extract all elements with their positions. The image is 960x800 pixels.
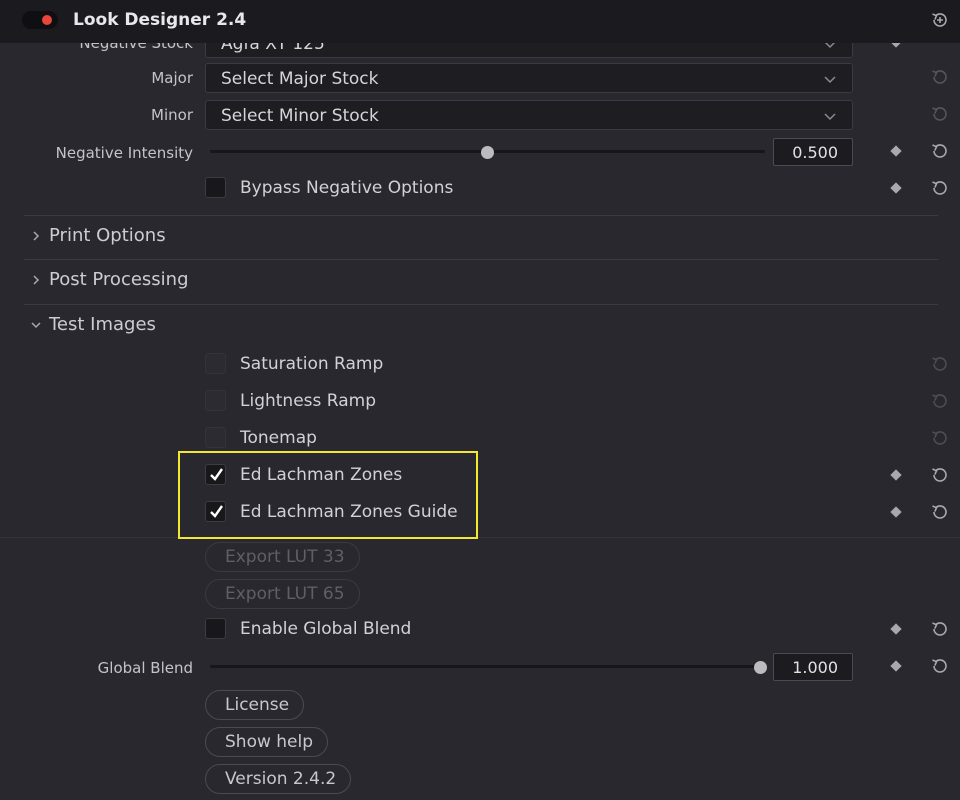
section-test-images[interactable]: Test Images <box>30 313 530 339</box>
diamond-icon[interactable] <box>890 623 902 635</box>
reset-icon[interactable] <box>929 501 951 523</box>
bypass-negative-checkbox[interactable] <box>205 177 226 198</box>
reset-icon[interactable] <box>929 140 951 162</box>
section-print-options[interactable]: Print Options <box>30 224 530 250</box>
reset-icon[interactable] <box>929 177 951 199</box>
major-stock-dropdown[interactable]: Select Major Stock <box>205 63 853 93</box>
minor-stock-placeholder: Select Minor Stock <box>221 106 379 126</box>
chevron-down-icon <box>824 113 836 121</box>
tonemap-checkbox[interactable] <box>205 427 226 448</box>
enable-global-blend-label: Enable Global Blend <box>240 619 412 639</box>
ed-lachman-zones-guide-checkbox[interactable] <box>205 501 226 522</box>
saturation-ramp-checkbox[interactable] <box>205 353 226 374</box>
reset-icon[interactable] <box>929 464 951 486</box>
negative-intensity-label: Negative Intensity <box>55 144 193 162</box>
diamond-icon[interactable] <box>890 145 902 157</box>
show-help-button[interactable]: Show help <box>205 727 329 757</box>
version-button[interactable]: Version 2.4.2 <box>205 764 352 794</box>
diamond-icon[interactable] <box>890 469 902 481</box>
export-lut-65-button[interactable]: Export LUT 65 <box>205 579 360 609</box>
ed-lachman-zones-guide-label: Ed Lachman Zones Guide <box>240 502 458 522</box>
reset-icon[interactable] <box>929 353 951 375</box>
section-post-processing[interactable]: Post Processing <box>30 268 530 294</box>
chevron-down-icon <box>824 76 836 84</box>
bypass-negative-label: Bypass Negative Options <box>240 178 454 198</box>
checkmark-icon <box>210 468 223 481</box>
global-blend-slider-track[interactable] <box>210 665 765 668</box>
lightness-ramp-label: Lightness Ramp <box>240 391 376 411</box>
reset-icon[interactable] <box>929 103 951 125</box>
minor-label: Minor <box>151 106 193 124</box>
major-stock-placeholder: Select Major Stock <box>221 69 379 89</box>
diamond-icon[interactable] <box>890 660 902 672</box>
reset-icon[interactable] <box>929 427 951 449</box>
reset-icon[interactable] <box>929 390 951 412</box>
negative-intensity-input[interactable]: 0.500 <box>773 138 853 166</box>
section-divider <box>24 259 938 260</box>
negative-intensity-slider-handle[interactable] <box>480 146 494 159</box>
checkmark-icon <box>210 505 223 518</box>
chevron-right-icon <box>33 231 40 241</box>
ed-lachman-zones-label: Ed Lachman Zones <box>240 465 403 485</box>
chevron-right-icon <box>33 275 40 285</box>
section-print-options-label: Print Options <box>49 225 166 246</box>
diamond-icon[interactable] <box>890 506 902 518</box>
window-header: Look Designer 2.4 <box>0 0 960 43</box>
tonemap-label: Tonemap <box>240 428 317 448</box>
panel-divider <box>0 537 960 538</box>
saturation-ramp-label: Saturation Ramp <box>240 354 384 374</box>
section-post-processing-label: Post Processing <box>49 269 189 290</box>
global-blend-input[interactable]: 1.000 <box>773 653 853 681</box>
minor-stock-dropdown[interactable]: Select Minor Stock <box>205 100 853 130</box>
ed-lachman-zones-checkbox[interactable] <box>205 464 226 485</box>
reset-all-icon[interactable] <box>929 9 951 31</box>
window-title: Look Designer 2.4 <box>73 10 247 30</box>
global-blend-slider-handle[interactable] <box>754 661 767 674</box>
section-divider <box>24 215 938 216</box>
lightness-ramp-checkbox[interactable] <box>205 390 226 411</box>
section-test-images-label: Test Images <box>49 314 156 335</box>
enable-dot-icon <box>42 15 52 25</box>
license-button[interactable]: License <box>205 690 305 720</box>
reset-icon[interactable] <box>929 66 951 88</box>
section-divider <box>24 304 938 305</box>
reset-icon[interactable] <box>929 618 951 640</box>
chevron-down-icon <box>31 322 41 329</box>
diamond-icon[interactable] <box>890 182 902 194</box>
enable-toggle[interactable] <box>22 11 58 29</box>
major-label: Major <box>151 69 193 87</box>
enable-global-blend-checkbox[interactable] <box>205 618 226 639</box>
global-blend-label: Global Blend <box>97 659 193 677</box>
reset-icon[interactable] <box>929 655 951 677</box>
export-lut-33-button[interactable]: Export LUT 33 <box>205 542 360 572</box>
